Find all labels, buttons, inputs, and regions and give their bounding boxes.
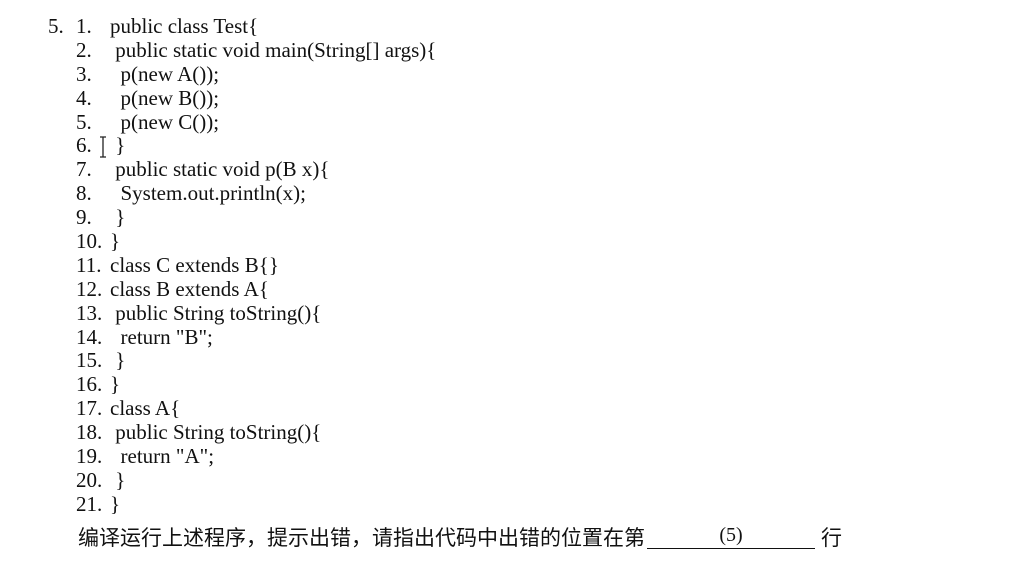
code-text: public static void p(B x){ xyxy=(110,157,330,182)
code-text: } xyxy=(110,133,126,158)
code-text: p(new A()); xyxy=(110,61,220,86)
code-line: 8. System.out.println(x); xyxy=(76,181,436,205)
code-line: 15. } xyxy=(76,348,436,372)
code-text: } xyxy=(110,491,121,516)
line-number: 10. xyxy=(76,229,103,254)
line-number: 18. xyxy=(76,420,103,445)
line-number: 9. xyxy=(76,205,92,230)
code-line: 18. public String toString(){ xyxy=(76,420,436,444)
code-text: p(new B()); xyxy=(110,85,220,110)
code-text: public class Test{ xyxy=(110,14,259,38)
line-number: 2. xyxy=(76,37,92,62)
line-number: 3. xyxy=(76,61,92,86)
answer-blank: (5) xyxy=(647,522,815,549)
line-number: 15. xyxy=(76,348,103,373)
line-number: 19. xyxy=(76,444,103,469)
code-line: 4. p(new B()); xyxy=(76,86,436,110)
code-line: 16.} xyxy=(76,372,436,396)
code-text: } xyxy=(110,348,126,373)
code-text: System.out.println(x); xyxy=(110,181,307,206)
code-text: class C extends B{} xyxy=(110,252,279,277)
line-number: 13. xyxy=(76,300,103,325)
line-number: 11. xyxy=(76,252,102,277)
code-line: 7. public static void p(B x){ xyxy=(76,157,436,181)
code-text: public String toString(){ xyxy=(110,300,322,325)
line-number: 1. xyxy=(76,14,92,38)
code-text: } xyxy=(110,229,121,254)
code-line: 14. return "B"; xyxy=(76,325,436,349)
document-page: 5. 1. public class Test{ 2. public static… xyxy=(0,0,1023,572)
code-line: 2. public static void main(String[] args… xyxy=(76,38,436,62)
code-line: 12. class B extends A{ xyxy=(76,277,436,301)
code-text: p(new C()); xyxy=(110,109,220,134)
code-line: 3. p(new A()); xyxy=(76,62,436,86)
line-number: 21. xyxy=(76,491,103,516)
code-listing: 1. public class Test{ 2. public static vo… xyxy=(76,14,436,516)
code-line: 1. public class Test{ xyxy=(76,14,436,38)
code-text: } xyxy=(110,467,126,492)
code-line: 9. } xyxy=(76,205,436,229)
code-line: 21.} xyxy=(76,492,436,516)
line-number: 14. xyxy=(76,324,103,349)
code-line: 17. class A{ xyxy=(76,396,436,420)
question-prompt: 编译运行上述程序，提示出错，请指出代码中出错的位置在第 (5) 行 xyxy=(78,522,842,553)
line-number: 5. xyxy=(76,109,92,134)
code-text: class B extends A{ xyxy=(110,276,269,301)
question-number: 5. xyxy=(48,14,64,38)
code-text: class A{ xyxy=(110,396,181,421)
code-text: } xyxy=(110,372,121,397)
prompt-suffix: 行 xyxy=(821,526,842,550)
code-line: 10.} xyxy=(76,229,436,253)
line-number: 7. xyxy=(76,157,92,182)
code-text: public static void main(String[] args){ xyxy=(110,37,437,62)
line-number: 16. xyxy=(76,372,103,397)
line-number: 17. xyxy=(76,396,103,421)
line-number: 8. xyxy=(76,181,92,206)
code-text: } xyxy=(110,205,126,230)
code-line: 5. p(new C()); xyxy=(76,110,436,134)
code-line: 6. } xyxy=(76,133,436,157)
prompt-text: 编译运行上述程序，提示出错，请指出代码中出错的位置在第 xyxy=(78,526,645,550)
code-line: 20. } xyxy=(76,468,436,492)
text-cursor-icon xyxy=(100,136,106,158)
line-number: 20. xyxy=(76,467,103,492)
code-line: 11. class C extends B{} xyxy=(76,253,436,277)
code-text: public String toString(){ xyxy=(110,420,322,445)
code-line: 19. return "A"; xyxy=(76,444,436,468)
line-number: 12. xyxy=(76,276,103,301)
code-text: return "A"; xyxy=(110,444,215,469)
line-number: 4. xyxy=(76,85,92,110)
code-text: return "B"; xyxy=(110,324,213,349)
code-line: 13. public String toString(){ xyxy=(76,301,436,325)
